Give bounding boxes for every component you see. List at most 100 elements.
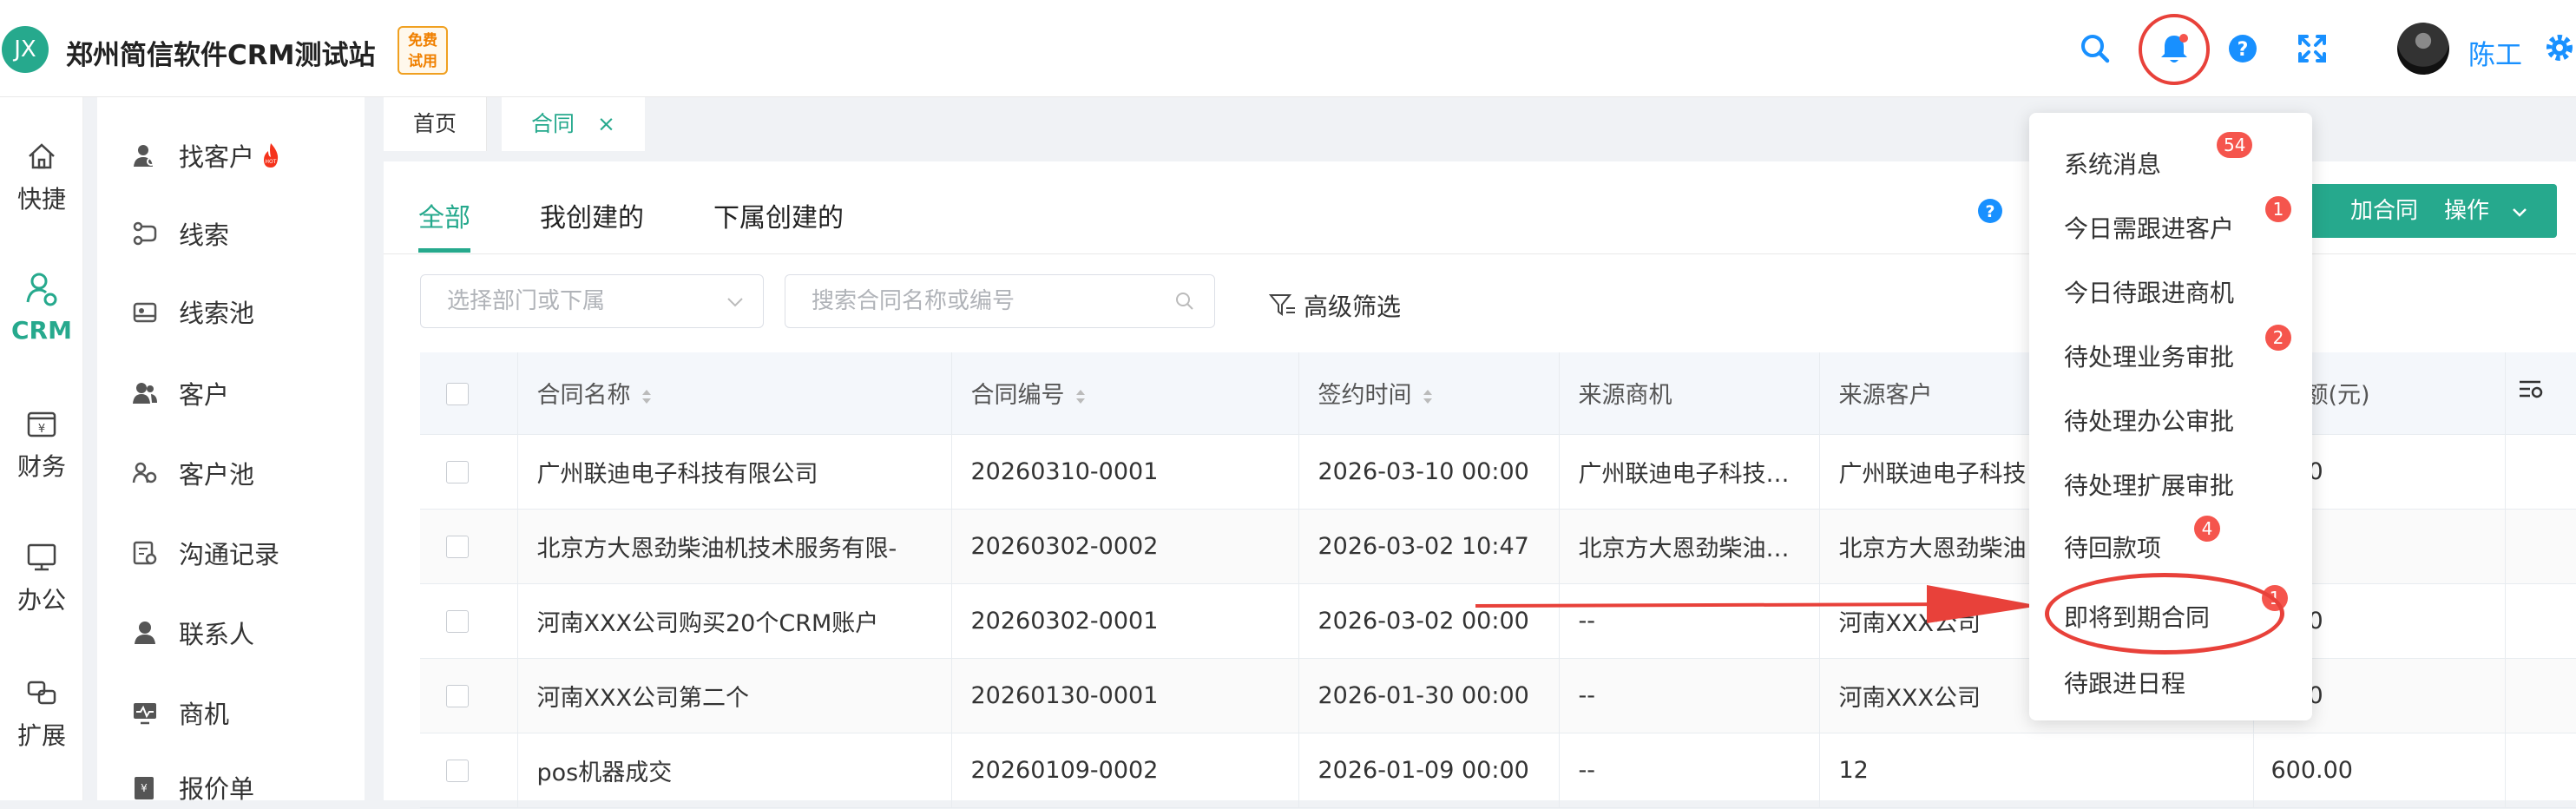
sidebar-item-customers[interactable]: 客户 <box>132 372 229 415</box>
nav-item-label: 快捷 <box>16 185 66 214</box>
row-checkbox[interactable] <box>446 760 469 782</box>
nav-item-office[interactable]: 办公 <box>0 540 83 616</box>
sidebar-item-find-customer[interactable]: 找客户 HOT <box>132 134 284 177</box>
contract-name-link[interactable]: 广州联迪电子科技有限公司 <box>517 434 952 510</box>
row-extra-cell <box>2505 733 2576 808</box>
tab-home[interactable]: 首页 <box>384 97 488 151</box>
notification-item[interactable]: 待处理扩展审批 <box>2064 467 2234 502</box>
notification-label: 待处理业务审批 <box>2064 343 2235 372</box>
tab-contract-label: 合同 <box>531 111 575 136</box>
search-icon <box>1176 293 1193 310</box>
avatar[interactable] <box>2397 23 2449 75</box>
secondary-nav: 找客户 HOT 线索 线索池 客户 客户池 沟通记录 联系人 商机 ¥ 报价单 <box>97 97 365 804</box>
settings-icon[interactable] <box>2543 31 2576 64</box>
contract-code: 20260130-0001 <box>951 658 1299 733</box>
column-header: 来源商机 <box>1559 352 1820 435</box>
row-checkbox[interactable] <box>446 461 469 483</box>
top-header: JX 郑州简信软件CRM测试站 免费 试用 ? 陈工 <box>0 0 2576 97</box>
nav-item-crm[interactable]: CRM <box>0 271 83 345</box>
help-icon[interactable]: ? <box>2224 30 2262 68</box>
contract-code: 20260302-0002 <box>951 509 1299 584</box>
extend-icon <box>27 681 56 705</box>
home-icon <box>29 143 55 169</box>
sidebar-item-label: 找客户 <box>179 142 255 172</box>
notification-item[interactable]: 待回款项 4 <box>2064 516 2220 564</box>
sidebar-item-opportunities[interactable]: 商机 <box>132 691 229 734</box>
search-icon[interactable] <box>2076 30 2114 68</box>
customer-pool-icon <box>132 462 157 483</box>
find-customer-icon <box>134 145 155 167</box>
tab-created-by-subordinates[interactable]: 下属创建的 <box>713 196 844 234</box>
column-header[interactable]: 签约时间 <box>1298 352 1560 435</box>
sort-icon[interactable] <box>1421 386 1435 407</box>
close-icon[interactable]: × <box>597 111 615 136</box>
row-select-cell[interactable] <box>420 509 518 584</box>
select-all-cell[interactable] <box>420 352 518 435</box>
sort-icon[interactable] <box>640 386 654 407</box>
contact-icon <box>135 622 155 644</box>
contract-name-link[interactable]: 河南XXX公司第二个 <box>517 658 952 733</box>
notification-item[interactable]: 待跟进日程 <box>2064 665 2185 700</box>
sidebar-item-quotes[interactable]: ¥ 报价单 <box>132 766 254 809</box>
help-icon[interactable]: ? <box>1975 196 2005 226</box>
notification-item[interactable]: 今日待跟进商机 <box>2064 274 2234 309</box>
advanced-filter-button[interactable]: 高级筛选 <box>1269 288 1401 323</box>
notification-item[interactable]: 系统消息 54 <box>2064 132 2253 181</box>
department-placeholder: 选择部门或下属 <box>447 288 606 314</box>
select-all-checkbox[interactable] <box>446 382 469 405</box>
row-extra-cell <box>2505 583 2576 659</box>
department-select[interactable]: 选择部门或下属 <box>420 274 764 328</box>
notification-label: 今日需跟进客户 <box>2064 214 2235 243</box>
column-header[interactable]: 合同编号 <box>951 352 1299 435</box>
sidebar-item-leads[interactable]: 线索 <box>132 212 229 255</box>
sidebar-item-customer-pool[interactable]: 客户池 <box>132 451 254 495</box>
source-customer-link[interactable]: 12 <box>1819 733 2254 808</box>
column-settings-icon[interactable] <box>2518 378 2544 402</box>
office-icon <box>27 543 56 571</box>
search-placeholder: 搜索合同名称或编号 <box>812 288 1015 314</box>
notification-label: 待回款项 <box>2064 534 2162 562</box>
nav-item-label: 财务 <box>16 452 66 481</box>
crm-icon <box>26 273 57 306</box>
row-checkbox[interactable] <box>446 685 469 707</box>
row-extra-cell <box>2505 658 2576 733</box>
nav-item-quick[interactable]: 快捷 <box>0 139 83 215</box>
row-select-cell[interactable] <box>420 434 518 510</box>
user-name[interactable]: 陈工 <box>2468 33 2522 72</box>
contract-code: 20260302-0001 <box>951 583 1299 659</box>
row-checkbox[interactable] <box>446 536 469 558</box>
row-select-cell[interactable] <box>420 658 518 733</box>
source-opportunity[interactable]: 广州联迪电子科技… <box>1559 434 1820 510</box>
row-select-cell[interactable] <box>420 733 518 808</box>
contract-name-link[interactable]: 北京方大恩劲柴油机技术服务有限- <box>517 509 952 584</box>
sidebar-item-lead-pool[interactable]: 线索池 <box>132 290 254 333</box>
tab-contract[interactable]: 合同 × <box>502 97 645 151</box>
sidebar-item-communication[interactable]: 沟通记录 <box>132 531 279 575</box>
notification-item[interactable]: 即将到期合同 1 <box>2045 573 2288 654</box>
tab-all[interactable]: 全部 <box>418 196 470 234</box>
search-input[interactable]: 搜索合同名称或编号 <box>785 274 1215 328</box>
free-trial-badge[interactable]: 免费 试用 <box>398 26 448 75</box>
fullscreen-icon[interactable] <box>2293 30 2331 68</box>
svg-text:¥: ¥ <box>38 423 45 436</box>
column-header[interactable]: 合同名称 <box>517 352 952 435</box>
notification-item[interactable]: 待处理办公审批 <box>2064 403 2234 437</box>
contract-name-link[interactable]: pos机器成交 <box>517 733 952 808</box>
tab-created-by-me[interactable]: 我创建的 <box>540 196 644 234</box>
column-settings-cell[interactable] <box>2505 352 2576 435</box>
row-select-cell[interactable] <box>420 583 518 659</box>
notification-item[interactable]: 待处理业务审批 2 <box>2064 325 2291 373</box>
operate-button[interactable]: 操作 <box>2418 184 2557 238</box>
contract-name-link[interactable]: 河南XXX公司购买20个CRM账户 <box>517 583 952 659</box>
sidebar-item-contacts[interactable]: 联系人 <box>132 611 254 654</box>
row-checkbox[interactable] <box>446 610 469 633</box>
notification-count-badge: 4 <box>2194 516 2220 542</box>
nav-item-extend[interactable]: 扩展 <box>0 675 83 752</box>
nav-item-finance[interactable]: ¥ 财务 <box>0 406 83 483</box>
contract-code: 20260310-0001 <box>951 434 1299 510</box>
table-row[interactable]: pos机器成交 20260109-0002 2026-01-09 00:00 -- 12… <box>420 733 2576 808</box>
contract-amount: 600.00 <box>2253 733 2506 808</box>
bell-icon[interactable] <box>2155 30 2193 69</box>
sort-icon[interactable] <box>1074 386 1088 407</box>
notification-item[interactable]: 今日需跟进客户 1 <box>2064 196 2291 245</box>
